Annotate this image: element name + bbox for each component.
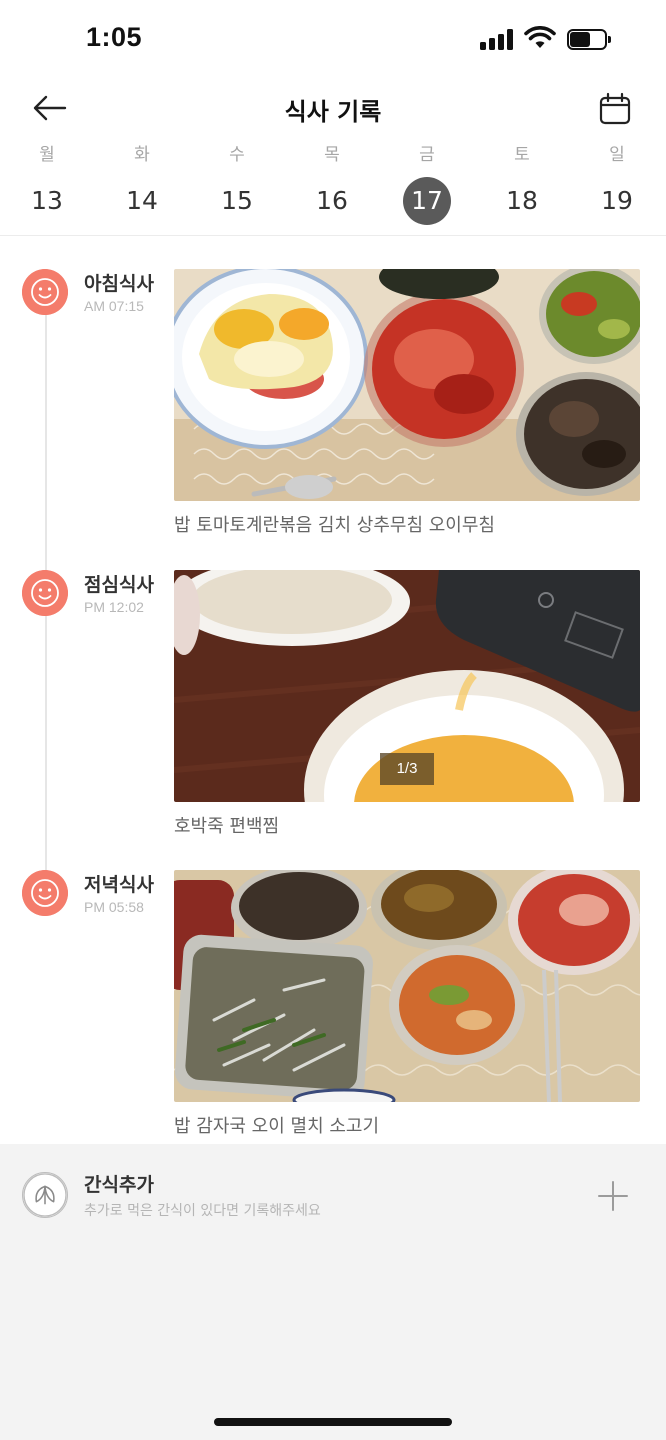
leaf-icon [22, 1172, 68, 1218]
day-number: 18 [506, 186, 538, 215]
smile-icon [22, 570, 68, 616]
day-thu[interactable]: 목 16 [297, 140, 367, 234]
cellular-signal-icon [480, 28, 516, 50]
day-of-week: 일 [609, 145, 625, 165]
calendar-icon[interactable] [598, 92, 632, 126]
smile-icon [22, 269, 68, 315]
day-number: 15 [221, 186, 253, 215]
day-sun[interactable]: 일 19 [582, 140, 652, 234]
day-mon[interactable]: 월 13 [12, 140, 82, 234]
day-of-week: 월 [39, 145, 55, 165]
day-of-week: 토 [514, 145, 530, 165]
day-of-week: 목 [324, 145, 340, 165]
battery-icon [567, 29, 611, 50]
home-indicator [214, 1418, 452, 1426]
meal-foods: 호박죽 편백찜 [174, 816, 280, 837]
smile-icon [22, 870, 68, 916]
meal-time: PM 05:58 [84, 899, 144, 915]
day-number: 19 [601, 186, 633, 215]
meal-photo[interactable]: 1/3 [174, 570, 640, 802]
snack-title[interactable]: 간식추가 [84, 1170, 154, 1197]
day-number: 16 [316, 186, 348, 215]
meal-name: 점심식사 [84, 574, 154, 596]
day-wed[interactable]: 수 15 [202, 140, 272, 234]
meal-time: AM 07:15 [84, 298, 144, 314]
day-number: 17 [403, 177, 451, 225]
meal-name: 아침식사 [84, 273, 154, 295]
meal-photo[interactable] [174, 269, 640, 501]
plus-icon[interactable] [597, 1180, 629, 1212]
header: 식사 기록 [0, 80, 666, 136]
meal-photo[interactable] [174, 870, 640, 1102]
day-tue[interactable]: 화 14 [107, 140, 177, 234]
photo-counter: 1/3 [380, 753, 434, 785]
snack-hint: 추가로 먹은 간식이 있다면 기록해주세요 [84, 1203, 321, 1219]
day-sat[interactable]: 토 18 [487, 140, 557, 234]
meal-name: 저녁식사 [84, 874, 154, 896]
day-fri-selected[interactable]: 금 17 [392, 140, 462, 234]
meal-foods: 밥 토마토계란볶음 김치 상추무침 오이무침 [174, 515, 495, 536]
meal-time: PM 12:02 [84, 599, 144, 615]
page-title: 식사 기록 [284, 98, 382, 126]
snack-section: 간식추가 추가로 먹은 간식이 있다면 기록해주세요 [0, 1144, 666, 1440]
day-of-week: 수 [229, 145, 245, 165]
status-time: 1:05 [86, 22, 143, 52]
wifi-icon [524, 26, 556, 48]
day-of-week: 화 [134, 145, 150, 165]
day-number: 13 [31, 186, 63, 215]
meal-foods: 밥 감자국 오이 멸치 소고기 [174, 1116, 380, 1137]
status-bar: 1:05 [0, 0, 666, 80]
day-number: 14 [126, 186, 158, 215]
week-selector: 월 13 화 14 수 15 목 16 금 17 토 18 일 19 [0, 140, 666, 236]
day-of-week: 금 [419, 145, 435, 165]
